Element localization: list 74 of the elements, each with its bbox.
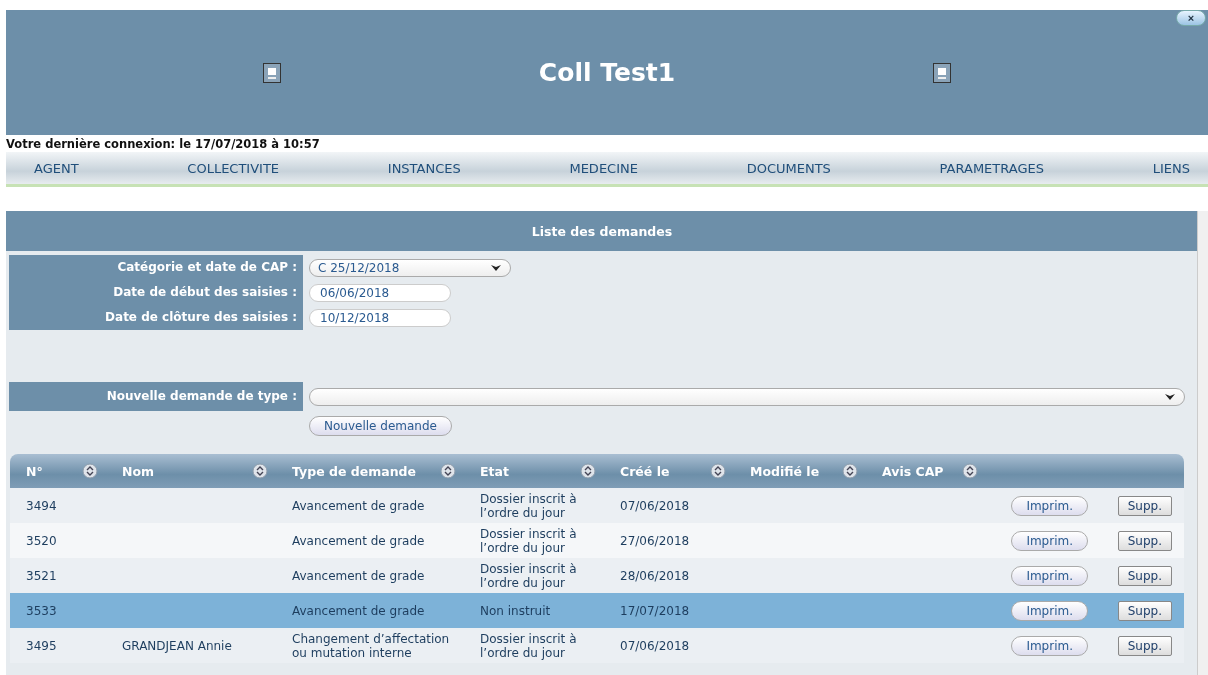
- table-cell-text: 3533: [25, 603, 58, 618]
- column-header: Nom: [121, 463, 155, 479]
- table-row[interactable]: 3533 Avancement de grade Non instruit 17/07/2018 Imprim. Supp.: [10, 593, 1184, 628]
- image-icon: [932, 62, 951, 83]
- delete-button[interactable]: Supp.: [1117, 565, 1172, 586]
- column-header: Créé le: [619, 463, 670, 479]
- table-cell-text: Dossier inscrit à l’ordre du jour: [479, 526, 578, 555]
- field-label: Date de début des saisies :: [9, 280, 303, 305]
- table-cell-text: 07/06/2018: [619, 498, 691, 513]
- table-cell-text: Avancement de grade: [291, 533, 426, 548]
- table-cell-text: Avancement de grade: [291, 568, 426, 583]
- table-cell-text: 28/06/2018: [619, 568, 691, 583]
- table-cell-text: 27/06/2018: [619, 533, 691, 548]
- image-icon: [263, 62, 282, 83]
- nav-item[interactable]: PARAMETRAGES: [939, 160, 1044, 176]
- nav-item[interactable]: MEDECINE: [569, 160, 638, 176]
- print-button[interactable]: Imprim.: [1011, 600, 1088, 621]
- column-header: Etat: [479, 463, 509, 479]
- sort-icon[interactable]: [252, 463, 268, 479]
- field-label: Nouvelle demande de type :: [9, 382, 303, 411]
- table-row[interactable]: 3521 Avancement de grade Dossier inscrit à l’ordre du jour 28/06/2018 Imprim. Supp.: [10, 558, 1184, 593]
- date-field[interactable]: 06/06/2018: [309, 283, 451, 302]
- nav-item[interactable]: INSTANCES: [387, 160, 461, 176]
- sort-icon[interactable]: [440, 463, 456, 479]
- table-cell-text: GRANDJEAN Annie: [121, 638, 233, 653]
- print-button[interactable]: Imprim.: [1011, 635, 1088, 656]
- sort-icon[interactable]: [842, 463, 858, 479]
- delete-button[interactable]: Supp.: [1117, 530, 1172, 551]
- table-row[interactable]: 3495 GRANDJEAN Annie Changement d’affectation ou mutation interne Dossier inscrit à l’ordre du jour 07/06/2018 Imprim. Supp.: [10, 628, 1184, 663]
- table-cell-text: Avancement de grade: [291, 498, 426, 513]
- print-button[interactable]: Imprim.: [1011, 565, 1088, 586]
- field-label: Catégorie et date de CAP :: [9, 255, 303, 280]
- table-cell-text: 3521: [25, 568, 58, 583]
- column-header: N°: [25, 463, 43, 479]
- table-row[interactable]: 3494 Avancement de grade Dossier inscrit à l’ordre du jour 07/06/2018 Imprim. Supp.: [10, 488, 1184, 523]
- page-title: Coll Test1: [538, 58, 676, 87]
- panel-title: Liste des demandes: [6, 211, 1198, 251]
- table-cell-text: Dossier inscrit à l’ordre du jour: [479, 631, 578, 660]
- nav-item[interactable]: COLLECTIVITE: [187, 160, 280, 176]
- sort-icon[interactable]: [82, 463, 98, 479]
- nav-item[interactable]: DOCUMENTS: [746, 160, 831, 176]
- field-label: Date de clôture des saisies :: [9, 305, 303, 330]
- table-cell-text: Changement d’affectation ou mutation interne: [291, 631, 451, 660]
- table-cell-text: 07/06/2018: [619, 638, 691, 653]
- dropdown-caret-icon: [1164, 391, 1176, 402]
- column-header: Type de demande: [291, 463, 416, 479]
- print-button[interactable]: Imprim.: [1011, 495, 1088, 516]
- table-cell-text: Non instruit: [479, 603, 552, 618]
- delete-button[interactable]: Supp.: [1117, 495, 1172, 516]
- table-cell-text: Avancement de grade: [291, 603, 426, 618]
- table-cell-text: Dossier inscrit à l’ordre du jour: [479, 561, 578, 590]
- table-cell-text: 3494: [25, 498, 58, 513]
- sort-icon[interactable]: [580, 463, 596, 479]
- date-field[interactable]: 10/12/2018: [309, 308, 451, 327]
- new-request-button[interactable]: Nouvelle demande: [309, 416, 452, 436]
- table-row[interactable]: 3520 Avancement de grade Dossier inscrit à l’ordre du jour 27/06/2018 Imprim. Supp.: [10, 523, 1184, 558]
- nav-item[interactable]: LIENS: [1152, 160, 1190, 176]
- dropdown-caret-icon: [490, 262, 502, 273]
- sort-icon[interactable]: [710, 463, 726, 479]
- nav-item[interactable]: AGENT: [34, 160, 79, 176]
- table-cell-text: Dossier inscrit à l’ordre du jour: [479, 491, 578, 520]
- table-cell-text: 17/07/2018: [619, 603, 691, 618]
- table-cell-text: 3520: [25, 533, 58, 548]
- scrollbar[interactable]: [1197, 211, 1208, 675]
- delete-button[interactable]: Supp.: [1117, 600, 1172, 621]
- delete-button[interactable]: Supp.: [1117, 635, 1172, 656]
- print-button[interactable]: Imprim.: [1011, 530, 1088, 551]
- column-header: Avis CAP: [881, 463, 944, 479]
- column-header: Modifié le: [749, 463, 820, 479]
- last-login-text: Votre dernière connexion: le 17/07/2018 à 10:57: [5, 136, 321, 152]
- close-button[interactable]: ×: [1176, 10, 1206, 26]
- category-select[interactable]: C 25/12/2018: [309, 258, 511, 277]
- table-cell-text: 3495: [25, 638, 58, 653]
- sort-icon[interactable]: [962, 463, 978, 479]
